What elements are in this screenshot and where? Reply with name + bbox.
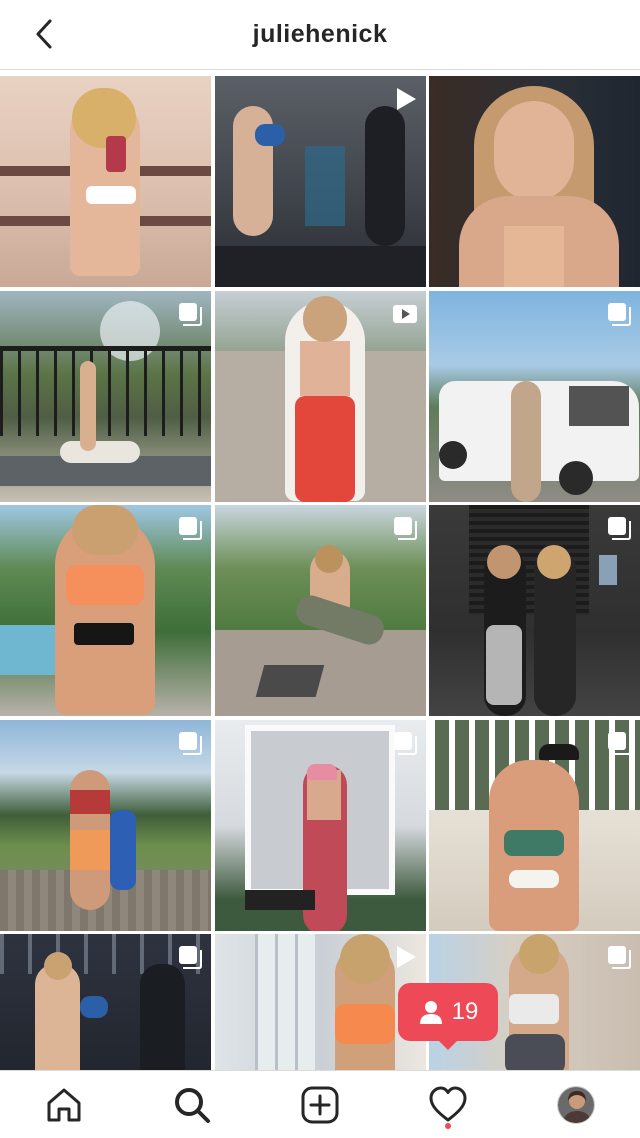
carousel-icon [179, 731, 202, 755]
video-icon [392, 304, 417, 323]
video-icon [396, 88, 416, 110]
post-tile[interactable] [214, 934, 426, 1070]
post-tile[interactable] [214, 76, 426, 287]
bottom-nav [0, 1070, 640, 1138]
carousel-icon [393, 517, 417, 540]
nav-home[interactable] [32, 1073, 96, 1137]
carousel-icon [608, 946, 631, 969]
nav-activity[interactable] [416, 1073, 480, 1137]
post-tile[interactable] [429, 76, 640, 287]
nav-profile[interactable] [544, 1073, 608, 1137]
search-icon [175, 1087, 210, 1123]
carousel-icon [393, 731, 417, 755]
person-icon [419, 1001, 442, 1024]
carousel-icon [179, 302, 202, 326]
post-thumbnail [429, 76, 640, 287]
home-icon [47, 1088, 81, 1121]
video-icon [396, 946, 416, 968]
carousel-icon [179, 946, 202, 969]
profile-username: juliehenick [252, 20, 388, 48]
notification-count: 19 [451, 998, 479, 1025]
activity-heart-icon [429, 1086, 467, 1121]
post-tile[interactable] [0, 505, 211, 716]
new-post-icon [301, 1086, 339, 1123]
posts-grid [0, 76, 640, 1070]
post-tile[interactable] [429, 505, 640, 716]
post-tile[interactable] [0, 290, 211, 502]
post-thumbnail [0, 76, 211, 287]
post-tile[interactable] [0, 934, 211, 1070]
post-tile[interactable] [214, 290, 426, 502]
followers-notification[interactable]: 19 [398, 983, 498, 1050]
top-bar: juliehenick [0, 0, 640, 70]
post-tile[interactable] [214, 505, 426, 716]
post-tile[interactable] [0, 76, 211, 287]
activity-indicator-dot [445, 1122, 451, 1129]
post-tile[interactable] [429, 290, 640, 502]
nav-search[interactable] [160, 1073, 224, 1137]
carousel-icon [608, 517, 631, 540]
post-tile[interactable] [0, 719, 211, 931]
profile-avatar [557, 1085, 595, 1124]
post-tile[interactable] [429, 719, 640, 931]
post-tile[interactable] [214, 719, 426, 931]
nav-new-post[interactable] [288, 1073, 352, 1137]
carousel-icon [179, 517, 202, 540]
carousel-icon [608, 731, 631, 755]
carousel-icon [608, 302, 631, 326]
